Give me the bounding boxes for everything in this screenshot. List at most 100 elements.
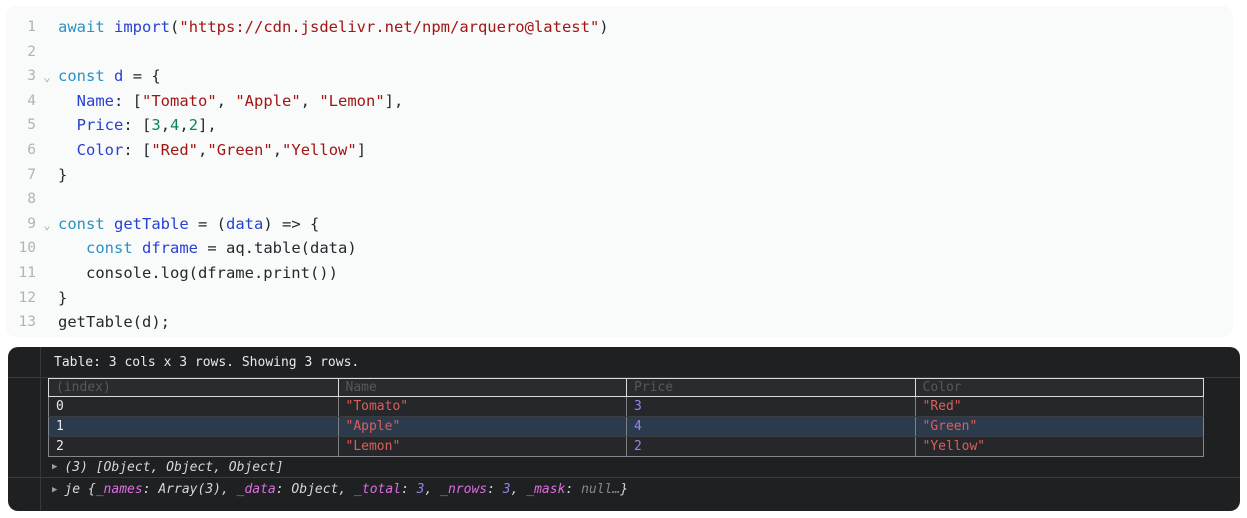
code-token: Name [76, 91, 114, 110]
table-header-cell[interactable]: Name [337, 379, 627, 396]
code-token: , [300, 91, 320, 110]
code-token: , [272, 140, 283, 159]
code-editor[interactable]: 1 await import("https://cdn.jsdelivr.net/… [6, 6, 1233, 337]
code-text: await import("https://cdn.jsdelivr.net/n… [58, 15, 609, 40]
code-token: ], [384, 91, 404, 110]
code-line[interactable]: 12} [6, 286, 1233, 311]
code-lines: 1 await import("https://cdn.jsdelivr.net/… [6, 15, 1233, 335]
table-row: 0 "Tomato" 3 "Red" [48, 397, 1204, 417]
object-preview-row[interactable]: ▶ je {_names: Array(3), _data: Object, _… [8, 477, 1240, 501]
code-token: getTable [114, 214, 189, 233]
table-header-cell[interactable]: Color [914, 379, 1204, 396]
code-line[interactable]: 11 console.log(dframe.print()) [6, 261, 1233, 286]
line-number: 7 [27, 166, 36, 183]
code-token: = aq.table(data) [198, 239, 357, 258]
fold-chevron-icon[interactable]: ⌄ [36, 212, 58, 237]
table-header-cell[interactable]: Price [626, 379, 915, 396]
code-token: } [58, 165, 68, 184]
object-preview-token: : [401, 482, 417, 497]
code-line[interactable]: 10 const dframe = aq.table(data) [6, 236, 1233, 261]
code-text: Name: ["Tomato", "Apple", "Lemon"], [58, 89, 404, 114]
line-number: 6 [27, 141, 36, 158]
code-text: Color: ["Red","Green","Yellow"] [58, 138, 366, 163]
object-preview-token: _nrows [440, 482, 488, 497]
console-log-message: Table: 3 cols x 3 rows. Showing 3 rows. [8, 347, 1240, 378]
console-table: (index) Name Price Color 0 "Tomato" 3 "Red" 1 "Ap… [48, 378, 1204, 457]
code-token: Color [76, 140, 124, 159]
fold-chevron-icon[interactable]: ⌄ [36, 64, 58, 89]
code-text: const dframe = aq.table(data) [58, 236, 357, 261]
code-token: "Lemon" [319, 91, 385, 110]
object-preview-token: : [487, 482, 503, 497]
table-header-cell[interactable]: (index) [49, 379, 338, 396]
object-preview-token: _mask [526, 482, 566, 497]
object-preview-token: _total [354, 482, 402, 497]
object-preview-token: , [424, 482, 441, 497]
line-number: 12 [18, 289, 36, 306]
code-token: = { [123, 67, 161, 86]
code-token: const [58, 214, 105, 233]
code-token: ) => { [263, 214, 320, 233]
code-token: = ( [188, 214, 226, 233]
code-token: 2 [188, 116, 199, 135]
code-line[interactable]: 9 ⌄ const getTable = (data) => { [6, 212, 1233, 237]
code-token: "Red" [151, 140, 199, 159]
code-token: } [58, 288, 68, 307]
object-preview-token: 3 [416, 482, 425, 497]
code-line[interactable]: 6 Color: ["Red","Green","Yellow"] [6, 138, 1233, 163]
code-token: "Apple" [235, 91, 301, 110]
code-text: } [58, 163, 67, 188]
table-cell: "Tomato" [337, 397, 627, 416]
code-line[interactable]: 7} [6, 163, 1233, 188]
expand-arrow-icon[interactable]: ▶ [52, 462, 57, 472]
array-preview-text: (3) [Object, Object, Object] [64, 459, 284, 475]
code-token: , [179, 116, 189, 135]
code-token: const [86, 239, 133, 258]
table-header-row: (index) Name Price Color [48, 378, 1204, 397]
line-number: 13 [18, 314, 36, 331]
table-summary-text: Table: 3 cols x 3 rows. Showing 3 rows. [54, 354, 360, 370]
code-line[interactable]: 8 [6, 187, 1233, 212]
code-token: data [226, 214, 264, 233]
line-number: 2 [27, 43, 36, 60]
object-preview-token: null… [581, 482, 621, 497]
code-token: , [216, 91, 236, 110]
table-cell: "Lemon" [337, 437, 627, 456]
code-text: } [58, 286, 67, 311]
object-preview-text: je {_names: Array(3), _data: Object, _to… [64, 482, 628, 497]
code-token: , [160, 116, 171, 135]
array-preview-row[interactable]: ▶ (3) [Object, Object, Object] [8, 457, 1240, 477]
line-number: 4 [27, 92, 36, 109]
code-token: : [ [114, 91, 142, 110]
code-line[interactable]: 4 Name: ["Tomato", "Apple", "Lemon"], [6, 89, 1233, 114]
code-line[interactable]: 5 Price: [3,4,2], [6, 113, 1233, 138]
console-gutter-divider [40, 347, 41, 511]
console-panel: Table: 3 cols x 3 rows. Showing 3 rows. … [8, 347, 1240, 511]
code-line[interactable]: 13 getTable(d); [6, 310, 1233, 335]
table-cell: 2 [626, 437, 915, 456]
code-token: "https://cdn.jsdelivr.net/npm/arquero@la… [179, 18, 600, 36]
expand-arrow-icon[interactable]: ▶ [52, 485, 57, 495]
object-preview-token: _data [236, 482, 276, 497]
code-line[interactable]: 2 [6, 40, 1233, 65]
code-token: const [58, 67, 105, 86]
code-text: getTable(d); [58, 310, 170, 335]
code-token: dframe [142, 239, 199, 258]
code-line[interactable]: 1 await import("https://cdn.jsdelivr.net/… [6, 15, 1233, 40]
line-number: 8 [27, 191, 36, 208]
code-token: 4 [170, 116, 180, 135]
code-line[interactable]: 3 ⌄ const d = { [6, 64, 1233, 89]
code-token: "Yellow" [282, 140, 357, 159]
object-preview-token: , [510, 482, 527, 497]
object-preview-token: 3 [502, 482, 511, 497]
